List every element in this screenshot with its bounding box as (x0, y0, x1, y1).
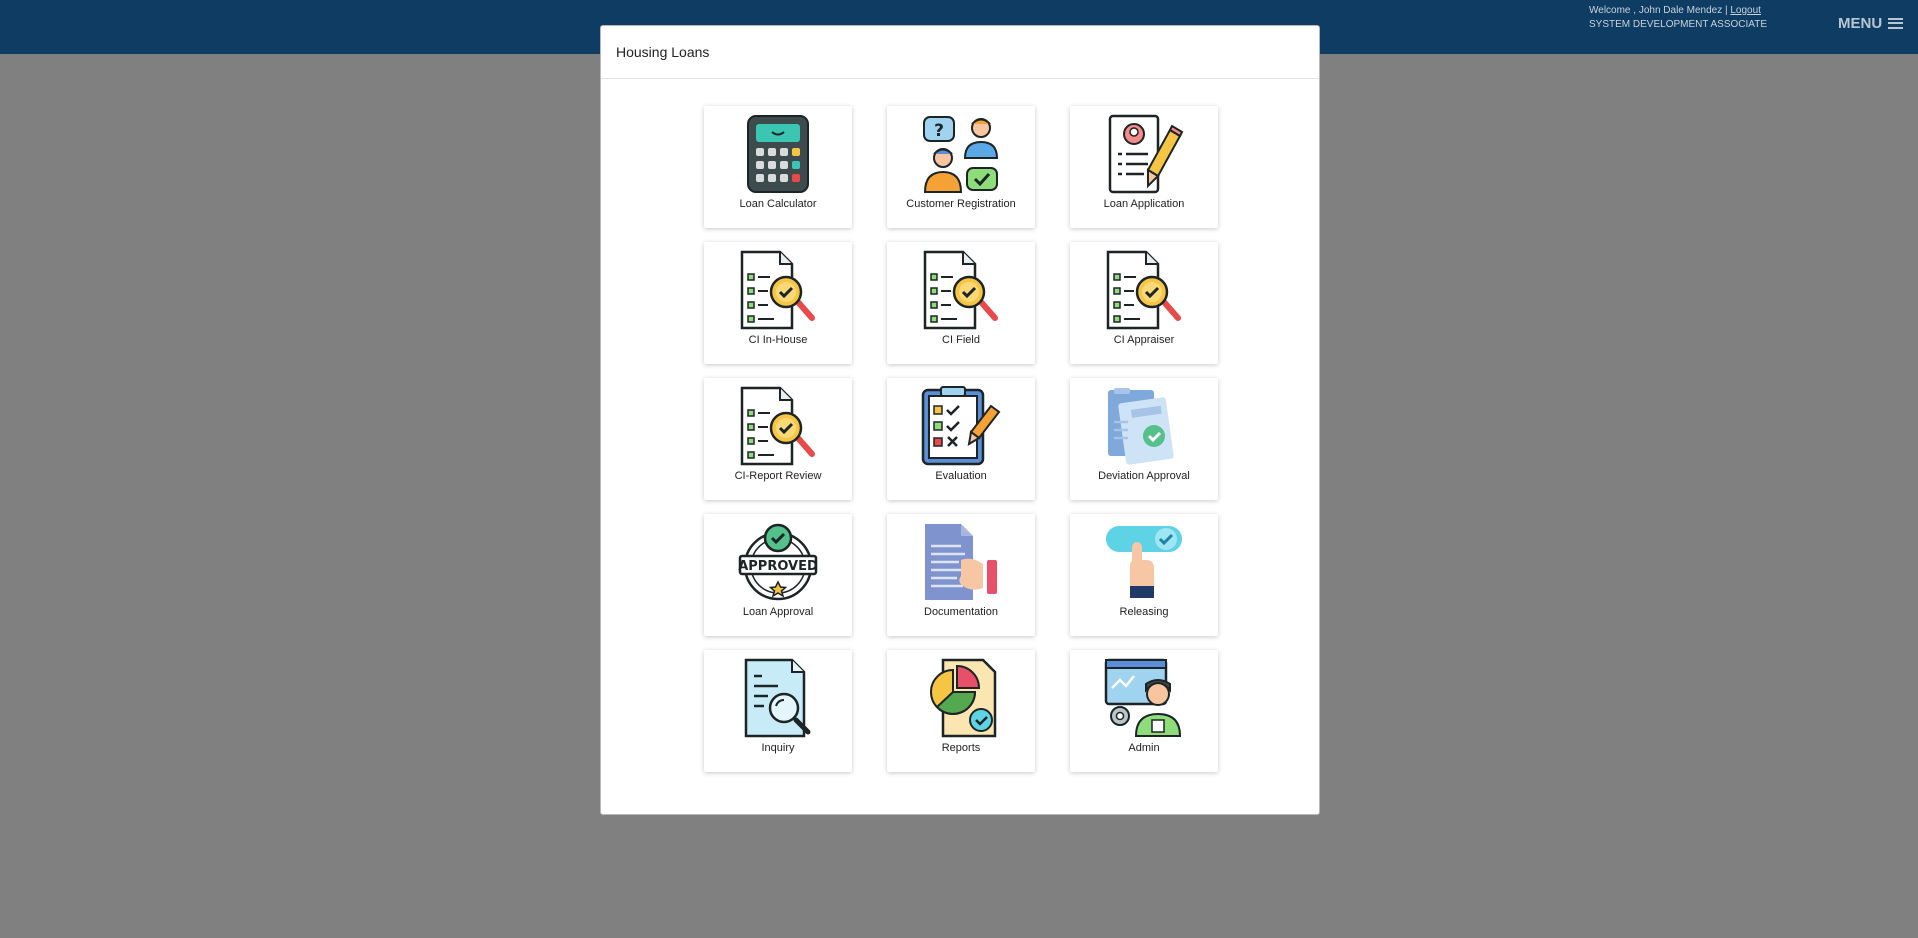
document-check-magnifier-icon (740, 386, 815, 466)
tile-releasing[interactable]: Releasing (1070, 514, 1218, 636)
tile-label: Releasing (1119, 606, 1169, 618)
tile-admin[interactable]: Admin (1070, 650, 1218, 772)
user-role: SYSTEM DEVELOPMENT ASSOCIATE (1589, 19, 1768, 30)
welcome-text: Welcome , John Dale Mendez | Logout (1589, 4, 1761, 18)
tile-label: Admin (1128, 742, 1160, 754)
tile-loan-calculator[interactable]: Loan Calculator (704, 106, 852, 228)
tile-label: Deviation Approval (1098, 470, 1190, 482)
admin-user-icon (1104, 658, 1182, 737)
document-hand-icon (925, 524, 997, 600)
menu-label: MENU (1838, 14, 1883, 32)
document-approval-icon (1108, 388, 1174, 465)
tile-evaluation[interactable]: Evaluation (887, 378, 1035, 500)
tile-label: Loan Application (1103, 198, 1185, 210)
document-check-magnifier-icon (923, 250, 998, 330)
tile-label: Loan Calculator (739, 198, 817, 210)
modal-title: Housing Loans (616, 44, 710, 60)
document-check-magnifier-icon (740, 250, 815, 330)
tile-loan-application[interactable]: Loan Application (1070, 106, 1218, 228)
document-search-icon (744, 658, 811, 738)
loan-application-icon (1108, 114, 1184, 194)
tile-reports[interactable]: Reports (887, 650, 1035, 772)
tile-label: CI In-House (748, 334, 808, 346)
welcome-label: Welcome , John Dale Mendez | (1589, 5, 1728, 16)
svg-text:APPROVED: APPROVED (738, 559, 818, 574)
approved-badge-icon: APPROVED (738, 523, 818, 601)
menu-button[interactable]: MENU (1838, 13, 1904, 33)
tile-ci-field[interactable]: CI Field (887, 242, 1035, 364)
report-chart-icon (930, 658, 997, 738)
tile-label: Evaluation (935, 470, 987, 482)
tile-label: Reports (941, 742, 981, 754)
toggle-hand-icon (1106, 526, 1182, 598)
customer-registration-icon: ? (923, 116, 999, 193)
tile-ci-report-review[interactable]: CI-Report Review (704, 378, 852, 500)
modal-header: Housing Loans (601, 26, 1319, 79)
document-check-magnifier-icon (1106, 250, 1181, 330)
tile-label: CI Field (942, 334, 980, 346)
module-grid: Loan Calculator ? Customer Registration (704, 106, 1220, 772)
svg-text:?: ? (934, 121, 944, 141)
housing-loans-modal: Housing Loans Loan Calculator ? Customer… (600, 25, 1320, 815)
tile-documentation[interactable]: Documentation (887, 514, 1035, 636)
tile-ci-appraiser[interactable]: CI Appraiser (1070, 242, 1218, 364)
hamburger-icon (1888, 17, 1904, 29)
tile-ci-in-house[interactable]: CI In-House (704, 242, 852, 364)
tile-loan-approval[interactable]: APPROVED Loan Approval (704, 514, 852, 636)
tile-label: CI-Report Review (734, 470, 822, 482)
tile-label: Loan Approval (742, 606, 814, 618)
tile-label: Inquiry (761, 742, 795, 754)
tile-label: CI Appraiser (1113, 334, 1175, 346)
calculator-icon (747, 115, 809, 193)
tile-inquiry[interactable]: Inquiry (704, 650, 852, 772)
logout-link[interactable]: Logout (1730, 5, 1761, 16)
tile-label: Customer Registration (906, 198, 1016, 210)
tile-deviation-approval[interactable]: Deviation Approval (1070, 378, 1218, 500)
clipboard-checklist-icon (921, 386, 1001, 466)
tile-label: Documentation (924, 606, 998, 618)
tile-customer-registration[interactable]: ? Customer Registration (887, 106, 1035, 228)
